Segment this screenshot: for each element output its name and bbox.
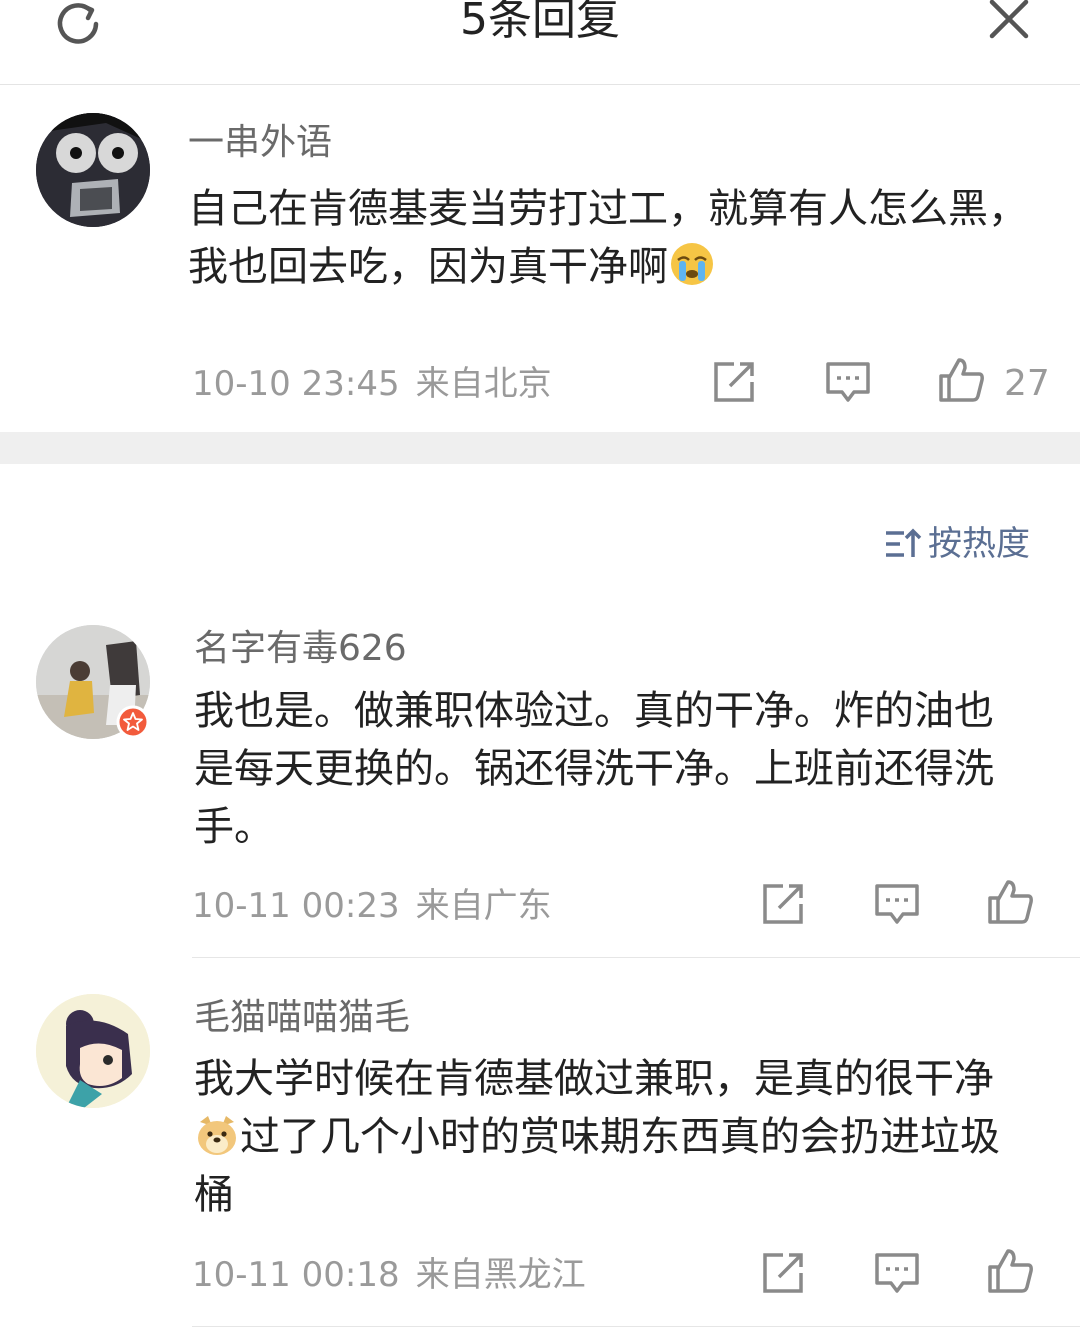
close-icon[interactable]	[984, 0, 1034, 44]
comment-icon[interactable]	[873, 1249, 921, 1297]
username[interactable]: 一串外语	[188, 121, 332, 165]
crying-emoji-icon	[671, 243, 713, 285]
share-icon[interactable]	[759, 1249, 807, 1297]
reply-text: 我大学时候在肯德基做过兼职，是真的很干净 过了几个小时的赏味期东西真的会扔进垃圾…	[194, 1050, 1014, 1224]
section-divider	[0, 432, 1080, 464]
avatar[interactable]	[36, 994, 150, 1108]
comment-body: 自己在肯德基麦当劳打过工，就算有人怎么黑，我也回去吃，因为真干净啊	[188, 186, 1028, 290]
avatar[interactable]	[36, 113, 150, 227]
reply-meta: 10-11 00:23 来自广东	[192, 886, 552, 926]
verified-badge-icon	[116, 705, 150, 739]
avatar-image	[36, 113, 150, 227]
reply-time: 10-11 00:23	[192, 886, 400, 926]
comment-text: 自己在肯德基麦当劳打过工，就算有人怎么黑，我也回去吃，因为真干净啊	[188, 180, 1048, 296]
reply-divider	[192, 957, 1080, 958]
reply-body-start: 我大学时候在肯德基做过兼职，是真的很干净	[194, 1056, 994, 1102]
sort-by-hot-button[interactable]: 按热度	[884, 522, 1030, 566]
like-icon[interactable]	[937, 356, 985, 404]
reply-location: 来自广东	[415, 886, 552, 926]
comment-icon[interactable]	[824, 358, 872, 406]
header-bar: 5条回复	[0, 0, 1080, 85]
reply-divider	[192, 1326, 1080, 1327]
comment-meta: 10-10 23:45 来自北京	[192, 364, 552, 404]
doge-emoji-icon	[198, 1116, 236, 1155]
reply-body-end: 过了几个小时的赏味期东西真的会扔进垃圾桶	[194, 1114, 1000, 1218]
share-icon[interactable]	[710, 358, 758, 406]
reply-time: 10-11 00:18	[192, 1255, 400, 1295]
comment-icon[interactable]	[873, 880, 921, 928]
page-title: 5条回复	[460, 0, 620, 45]
username[interactable]: 毛猫喵喵猫毛	[194, 996, 410, 1040]
comment-time: 10-10 23:45	[192, 364, 400, 404]
avatar-image	[36, 994, 150, 1108]
sort-icon	[886, 528, 922, 557]
like-icon[interactable]	[986, 1247, 1034, 1295]
reply-meta: 10-11 00:18 来自黑龙江	[192, 1255, 586, 1295]
like-count: 27	[1004, 363, 1050, 404]
sort-label: 按热度	[928, 524, 1030, 564]
reply-text: 我也是。做兼职体验过。真的干净。炸的油也是每天更换的。锅还得洗干净。上班前还得洗…	[194, 688, 994, 850]
like-icon[interactable]	[986, 878, 1034, 926]
username[interactable]: 名字有毒626	[194, 627, 407, 671]
reply-location: 来自黑龙江	[415, 1255, 586, 1295]
share-icon[interactable]	[759, 880, 807, 928]
comment-location: 来自北京	[415, 364, 552, 404]
